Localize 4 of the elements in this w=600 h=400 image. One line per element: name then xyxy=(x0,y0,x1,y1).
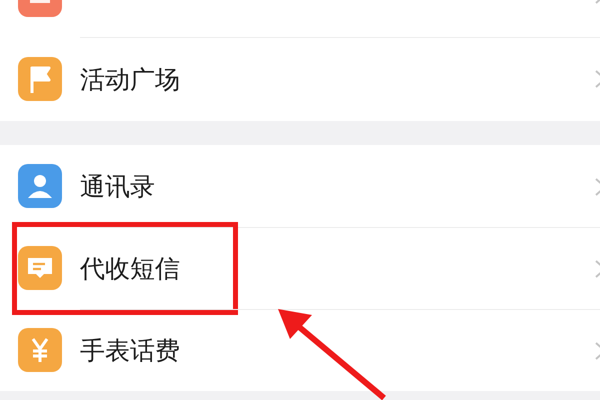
menu-item-label[interactable]: 代收短信 xyxy=(80,252,600,284)
menu-item-label[interactable]: 通讯录 xyxy=(80,170,600,202)
menu-item-label[interactable]: 手表话费 xyxy=(80,334,600,366)
menu-item-label[interactable]: 活动广场 xyxy=(80,62,600,96)
